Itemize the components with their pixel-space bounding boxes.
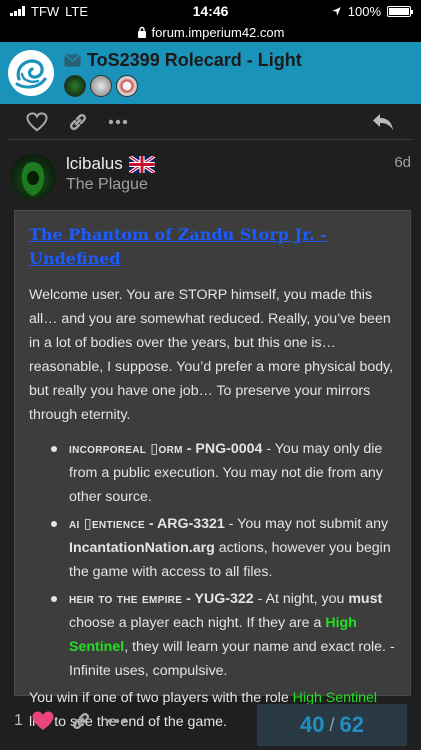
participant-avatar[interactable] (116, 74, 138, 97)
lock-icon (137, 26, 146, 38)
ability-item: heir to the empire - YUG-322 - At night,… (29, 587, 396, 683)
status-bar: TFW LTE 14:46 100% (0, 0, 421, 22)
hooded-figure-icon (21, 162, 45, 196)
user-meta: lcibalus The Plague (66, 154, 155, 210)
ability-code: - YUG-322 (182, 591, 254, 607)
progress-total: 62 (339, 712, 364, 737)
participant-avatar[interactable] (64, 74, 86, 97)
url-text: forum.imperium42.com (151, 24, 285, 40)
username-text: lcibalus (66, 154, 123, 173)
topic-title[interactable]: ToS2399 Rolecard - Light (64, 50, 302, 71)
role-link[interactable]: The Phantom of Zandu Storp Jr. - Undefin… (29, 223, 396, 271)
uk-flag-icon (128, 155, 155, 173)
ability-name: incorporeal ▯orm (69, 441, 183, 457)
heart-filled-icon[interactable] (31, 710, 55, 732)
topic-title-text: ToS2399 Rolecard - Light (87, 49, 302, 70)
site-logo[interactable] (8, 50, 54, 96)
url-bar[interactable]: forum.imperium42.com (0, 22, 421, 42)
reply-icon[interactable] (371, 113, 395, 131)
ability-item: ai ▯entience - ARG-3321 - You may not su… (29, 512, 396, 584)
like-count[interactable]: 1 (14, 712, 23, 730)
topic-progress[interactable]: 40 / 62 (257, 704, 407, 746)
intro-paragraph: Welcome user. You are STORP himself, you… (29, 287, 394, 423)
ability-item: incorporeal ▯orm - PNG-0004 - You may on… (29, 437, 396, 509)
progress-current: 40 (300, 712, 325, 737)
more-icon[interactable] (108, 119, 128, 125)
signal-icon (10, 6, 25, 16)
envelope-icon (64, 53, 81, 66)
ability-list: incorporeal ▯orm - PNG-0004 - You may on… (29, 437, 396, 683)
status-left: TFW LTE (10, 4, 88, 19)
ability-text: - You may not submit any (224, 516, 389, 532)
ability-name: heir to the empire (69, 591, 183, 607)
more-icon[interactable] (107, 718, 127, 724)
username[interactable]: lcibalus (66, 154, 155, 174)
participant-avatar[interactable] (90, 74, 112, 97)
ability-text: - At night, you (253, 591, 349, 607)
participant-avatars (64, 74, 302, 97)
post-body: The Phantom of Zandu Storp Jr. - Undefin… (14, 210, 411, 730)
battery-percent: 100% (347, 3, 381, 19)
swirl-logo-icon (15, 59, 47, 89)
post-age[interactable]: 6d (394, 154, 411, 210)
heart-icon[interactable] (26, 111, 48, 132)
post-actions (8, 104, 413, 140)
post-header: lcibalus The Plague 6d (0, 140, 421, 210)
progress-separator: / (329, 714, 335, 735)
ability-name: ai ▯entience (69, 516, 145, 532)
user-title: The Plague (66, 176, 148, 193)
user-avatar[interactable] (10, 154, 56, 200)
ability-bold-text: IncantationNation.arg (69, 540, 215, 556)
ability-bold-text: must (348, 591, 383, 607)
status-right: 100% (331, 3, 413, 19)
link-icon[interactable] (68, 112, 88, 132)
location-icon (331, 6, 341, 16)
carrier: TFW (31, 3, 60, 19)
ability-text: choose a player each night. If they are … (69, 615, 326, 631)
topic-header: ToS2399 Rolecard - Light (0, 42, 421, 104)
header-text: ToS2399 Rolecard - Light (64, 50, 302, 97)
ability-code: - ARG-3321 (144, 516, 225, 532)
network-type: LTE (65, 3, 89, 19)
battery-icon (387, 5, 413, 17)
ability-code: - PNG-0004 (182, 441, 263, 457)
link-icon[interactable] (71, 711, 91, 731)
post-footer: 1 40 / 62 (0, 696, 421, 746)
